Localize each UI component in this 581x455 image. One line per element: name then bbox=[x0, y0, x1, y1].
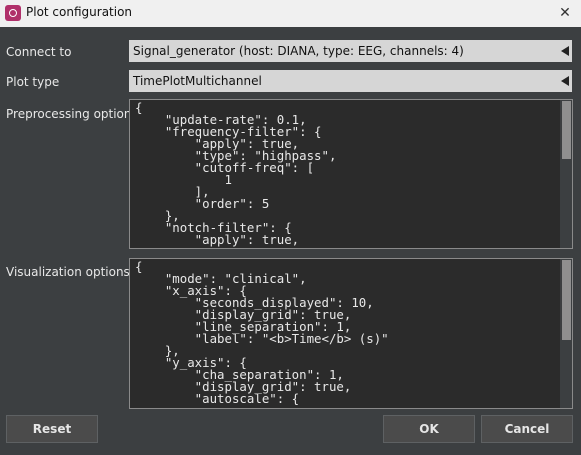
visualization-options-label: Visualization options bbox=[6, 265, 130, 279]
preprocessing-options-label: Preprocessing options bbox=[6, 107, 138, 121]
connect-to-select[interactable]: Signal_generator (host: DIANA, type: EEG… bbox=[129, 40, 572, 62]
visualization-options-text: { "mode": "clinical", "x_axis": { "secon… bbox=[135, 259, 389, 406]
window-title: Plot configuration bbox=[26, 5, 133, 19]
plot-type-value: TimePlotMultichannel bbox=[133, 74, 262, 88]
dropdown-arrow-icon bbox=[561, 46, 569, 56]
connect-to-label: Connect to bbox=[6, 45, 72, 59]
preprocessing-options-editor[interactable]: { "update-rate": 0.1, "frequency-filter"… bbox=[129, 99, 573, 249]
preprocessing-scrollbar[interactable] bbox=[560, 100, 572, 248]
connect-to-value: Signal_generator (host: DIANA, type: EEG… bbox=[133, 44, 464, 58]
ok-button[interactable]: OK bbox=[383, 415, 475, 443]
close-icon[interactable]: ✕ bbox=[554, 2, 576, 24]
app-logo-icon bbox=[5, 5, 21, 21]
visualization-options-editor[interactable]: { "mode": "clinical", "x_axis": { "secon… bbox=[129, 258, 573, 409]
reset-button[interactable]: Reset bbox=[6, 415, 98, 443]
visualization-scroll-thumb[interactable] bbox=[562, 260, 571, 340]
cancel-button[interactable]: Cancel bbox=[481, 415, 573, 443]
visualization-scrollbar[interactable] bbox=[560, 259, 572, 408]
plot-type-select[interactable]: TimePlotMultichannel bbox=[129, 70, 572, 92]
title-bar: Plot configuration ✕ bbox=[0, 0, 581, 27]
plot-type-label: Plot type bbox=[6, 75, 60, 89]
dropdown-arrow-icon bbox=[561, 76, 569, 86]
preprocessing-options-text: { "update-rate": 0.1, "frequency-filter"… bbox=[135, 100, 337, 247]
preprocessing-scroll-thumb[interactable] bbox=[562, 101, 571, 159]
